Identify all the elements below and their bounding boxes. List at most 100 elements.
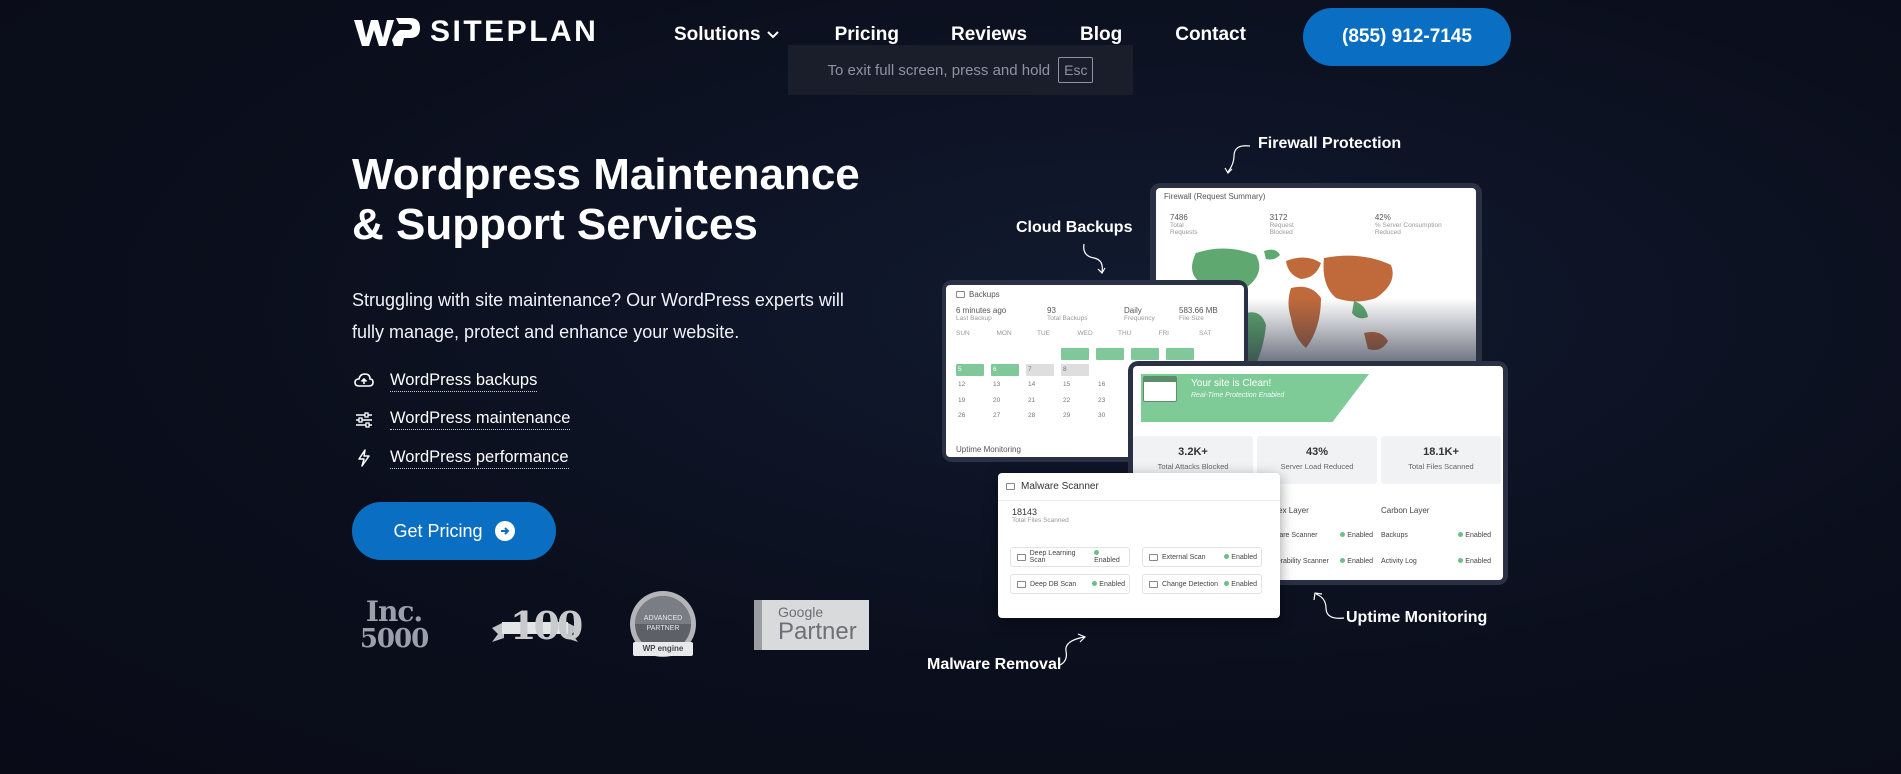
calendar-cell[interactable]: 15 (1061, 379, 1089, 391)
google-badge-line2: Partner (778, 618, 857, 645)
calendar-cell[interactable]: 7 (1026, 363, 1054, 376)
cloud-upload-icon (352, 369, 376, 393)
firewall-stat: 3172 Request Blocked (1269, 213, 1294, 236)
scan-row: Deep DB Scan Enabled (1010, 574, 1130, 594)
calendar-cell[interactable]: 20 (991, 395, 1019, 407)
calendar-day-headers: SUN MON TUE WED THU FRI SAT (956, 330, 1212, 337)
google-partner-badge: Google Partner (754, 600, 869, 650)
calendar-cell[interactable]: 21 (1026, 395, 1054, 407)
backup-stats: 6 minutes ago Last Backup 93 Total Backups… (946, 304, 1244, 324)
feature-performance-link[interactable]: WordPress performance (390, 448, 569, 469)
esc-key: Esc (1058, 57, 1094, 83)
fullscreen-toast-text: To exit full screen, press and hold (827, 61, 1051, 79)
malware-count: 18143 Total Files Scanned (1012, 507, 1069, 524)
scan-row: Deep Learning Scan Enabled (1010, 547, 1130, 567)
calendar-cell[interactable] (956, 348, 984, 360)
hero-title: Wordpress Maintenance & Support Services (352, 150, 912, 250)
calendar-cell[interactable]: 22 (1061, 395, 1089, 407)
feature-performance: WordPress performance (352, 439, 570, 478)
inc-badge-line1: Inc. (365, 595, 423, 628)
callout-uptime: Uptime Monitoring (1346, 609, 1488, 626)
calendar-cell[interactable]: 8 (1061, 363, 1089, 376)
backup-stat: 583.66 MB File Size (1179, 306, 1218, 322)
inc-badge-line2: 5000 (359, 624, 429, 654)
wpe-badge-line3: WP engine (642, 644, 684, 653)
hero-title-line1: Wordpress Maintenance (352, 150, 860, 199)
backup-icon (956, 291, 965, 298)
backups-card-title: Backups (969, 290, 1000, 299)
wpe-badge-line1: ADVANCED (643, 615, 683, 622)
calendar-cell[interactable]: 26 (956, 410, 984, 422)
wpe-badge-line2: PARTNER (646, 625, 680, 632)
malware-card-title: Malware Scanner (1021, 481, 1099, 492)
lightning-icon (352, 446, 376, 470)
malware-scanner-card: Malware Scanner 18143 Total Files Scanne… (998, 473, 1280, 618)
main-nav: Solutions Pricing Reviews Blog Contact (674, 24, 1246, 46)
calendar-cell[interactable]: 28 (1026, 410, 1054, 422)
calendar-cell[interactable] (1096, 348, 1124, 360)
hundred-badge-text: 100 (510, 603, 583, 648)
firewall-stat: 42%% Server Consumption Reduced (1374, 213, 1442, 236)
calendar-cell[interactable]: 5 (956, 363, 984, 376)
brand-logo[interactable]: SITEPLAN (352, 14, 598, 50)
clean-card-subtitle: Real-Time Protection Enabled (1191, 392, 1285, 399)
scan-row: Change Detection Enabled (1142, 574, 1262, 594)
inc-5000-badge: Inc. 5000 (352, 595, 436, 654)
calendar-cell[interactable] (1166, 348, 1194, 360)
calendar-cell[interactable]: 12 (956, 379, 984, 391)
layer-row: Activity Log Enabled (1381, 558, 1491, 565)
backup-stat: 93 Total Backups (1047, 306, 1088, 322)
firewall-stats: 7486 Total Requests 3172 Request Blocked 4… (1156, 205, 1476, 236)
calendar-cell[interactable] (1026, 348, 1054, 360)
nav-pricing[interactable]: Pricing (835, 24, 899, 46)
nav-blog[interactable]: Blog (1080, 24, 1122, 46)
curved-arrow-icon (1313, 592, 1345, 619)
calendar-cell[interactable]: 6 (991, 363, 1019, 376)
callout-firewall: Firewall Protection (1258, 135, 1402, 152)
curved-arrow-icon (1059, 633, 1087, 666)
feature-backups: WordPress backups (352, 362, 570, 401)
nav-solutions[interactable]: Solutions (674, 24, 779, 46)
wp-logo-icon (354, 18, 420, 46)
calendar-cell[interactable]: 23 (1096, 395, 1124, 407)
chevron-down-icon (766, 31, 779, 39)
fastest-growing-100-badge: 100 (490, 598, 583, 654)
calendar-cell[interactable]: 27 (991, 410, 1019, 422)
calendar-cell[interactable]: 29 (1061, 410, 1089, 422)
calendar-cell[interactable] (1061, 348, 1089, 360)
uptime-monitoring-label: Uptime Monitoring (956, 445, 1021, 454)
callout-backups: Cloud Backups (1016, 219, 1133, 236)
get-pricing-button[interactable]: Get Pricing (352, 502, 556, 560)
curved-arrow-icon (1083, 243, 1106, 274)
browser-window-icon (1143, 376, 1177, 402)
brand-name: SITEPLAN (430, 15, 599, 48)
nav-contact[interactable]: Contact (1175, 24, 1246, 46)
backup-stat: 6 minutes ago Last Backup (956, 306, 1007, 322)
wp-engine-partner-badge: ADVANCED PARTNER WP engine (623, 590, 703, 660)
hero-title-line2: & Support Services (352, 200, 758, 249)
calendar-cell[interactable]: 19 (956, 395, 984, 407)
feature-backups-link[interactable]: WordPress backups (390, 371, 538, 392)
carbon-layer-label: Carbon Layer (1381, 506, 1430, 515)
calendar-cell[interactable]: 30 (1096, 410, 1124, 422)
fullscreen-exit-toast: To exit full screen, press and hold Esc (788, 45, 1133, 95)
calendar-cell[interactable]: 13 (991, 379, 1019, 391)
calendar-cell[interactable] (991, 348, 1019, 360)
firewall-card-title: Firewall (Request Summary) (1164, 192, 1266, 201)
scan-row: External Scan Enabled (1142, 547, 1262, 567)
nav-reviews[interactable]: Reviews (951, 24, 1027, 46)
calendar-cell[interactable]: 14 (1026, 379, 1054, 391)
phone-button[interactable]: (855) 912-7145 (1303, 8, 1511, 66)
hero-description: Struggling with site maintenance? Our Wo… (352, 290, 844, 342)
calendar-cell[interactable]: 16 (1096, 379, 1124, 391)
malware-card-header: Malware Scanner (998, 473, 1280, 501)
layer-row: Backups Enabled (1381, 532, 1491, 539)
clean-card-title: Your site is Clean! (1191, 378, 1272, 389)
callout-malware: Malware Removal (927, 656, 1062, 673)
calendar-cell[interactable] (1131, 348, 1159, 360)
calendar-cell[interactable] (1096, 364, 1124, 376)
feature-maintenance-link[interactable]: WordPress maintenance (390, 409, 571, 431)
arrow-right-icon (494, 521, 515, 541)
firewall-stat: 7486 Total Requests (1170, 213, 1198, 236)
scanner-icon (1006, 483, 1015, 490)
